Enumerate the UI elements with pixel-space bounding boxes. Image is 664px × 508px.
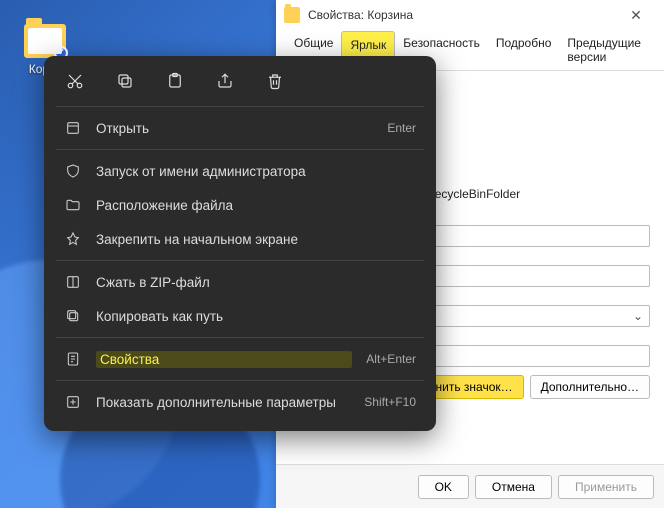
close-button[interactable]: ✕	[616, 0, 656, 30]
menu-item-label: Открыть	[96, 121, 373, 136]
more-icon	[64, 393, 82, 411]
menu-item-zip[interactable]: Сжать в ZIP-файл	[44, 265, 436, 299]
menu-item-shield[interactable]: Запуск от имени администратора	[44, 154, 436, 188]
window-title: Свойства: Корзина	[308, 8, 413, 22]
menu-item-accelerator: Shift+F10	[364, 395, 416, 409]
tab-previous-versions[interactable]: Предыдущие версии	[559, 30, 654, 70]
tab-details[interactable]: Подробно	[488, 30, 560, 70]
menu-item-label: Свойства	[96, 351, 352, 368]
dialog-footer: OK Отмена Применить	[276, 464, 664, 508]
menu-item-label: Копировать как путь	[96, 309, 402, 324]
menu-item-folder[interactable]: Расположение файла	[44, 188, 436, 222]
separator	[56, 106, 424, 107]
copypath-icon	[64, 307, 82, 325]
separator	[56, 149, 424, 150]
context-menu: Открыть Enter Запуск от имени администрато…	[44, 56, 436, 431]
separator	[56, 380, 424, 381]
menu-item-properties[interactable]: Свойства Alt+Enter	[44, 342, 436, 376]
apply-button[interactable]: Применить	[558, 475, 654, 499]
menu-item-label: Закрепить на начальном экране	[96, 232, 402, 247]
menu-item-accelerator: Alt+Enter	[366, 352, 416, 366]
open-icon	[64, 119, 82, 137]
folder-icon	[284, 7, 300, 23]
cancel-button[interactable]: Отмена	[475, 475, 552, 499]
delete-icon[interactable]	[264, 70, 286, 92]
menu-item-more[interactable]: Показать дополнительные параметры Shift+F…	[44, 385, 436, 419]
titlebar[interactable]: Свойства: Корзина ✕	[276, 0, 664, 30]
menu-item-label: Показать дополнительные параметры	[96, 395, 350, 410]
shield-icon	[64, 162, 82, 180]
menu-item-label: Сжать в ZIP-файл	[96, 275, 402, 290]
separator	[56, 260, 424, 261]
context-menu-toolbar	[44, 66, 436, 102]
menu-item-accelerator: Enter	[387, 121, 416, 135]
menu-item-label: Запуск от имени администратора	[96, 164, 402, 179]
ok-button[interactable]: OK	[418, 475, 469, 499]
menu-item-label: Расположение файла	[96, 198, 402, 213]
pin-icon	[64, 230, 82, 248]
folder-icon	[64, 196, 82, 214]
properties-icon	[64, 350, 82, 368]
advanced-button[interactable]: Дополнительно…	[530, 375, 650, 399]
zip-icon	[64, 273, 82, 291]
folder-icon	[24, 24, 66, 58]
paste-icon[interactable]	[164, 70, 186, 92]
menu-item-copypath[interactable]: Копировать как путь	[44, 299, 436, 333]
separator	[56, 337, 424, 338]
cut-icon[interactable]	[64, 70, 86, 92]
menu-item-pin[interactable]: Закрепить на начальном экране	[44, 222, 436, 256]
copy-icon[interactable]	[114, 70, 136, 92]
share-icon[interactable]	[214, 70, 236, 92]
menu-item-open[interactable]: Открыть Enter	[44, 111, 436, 145]
